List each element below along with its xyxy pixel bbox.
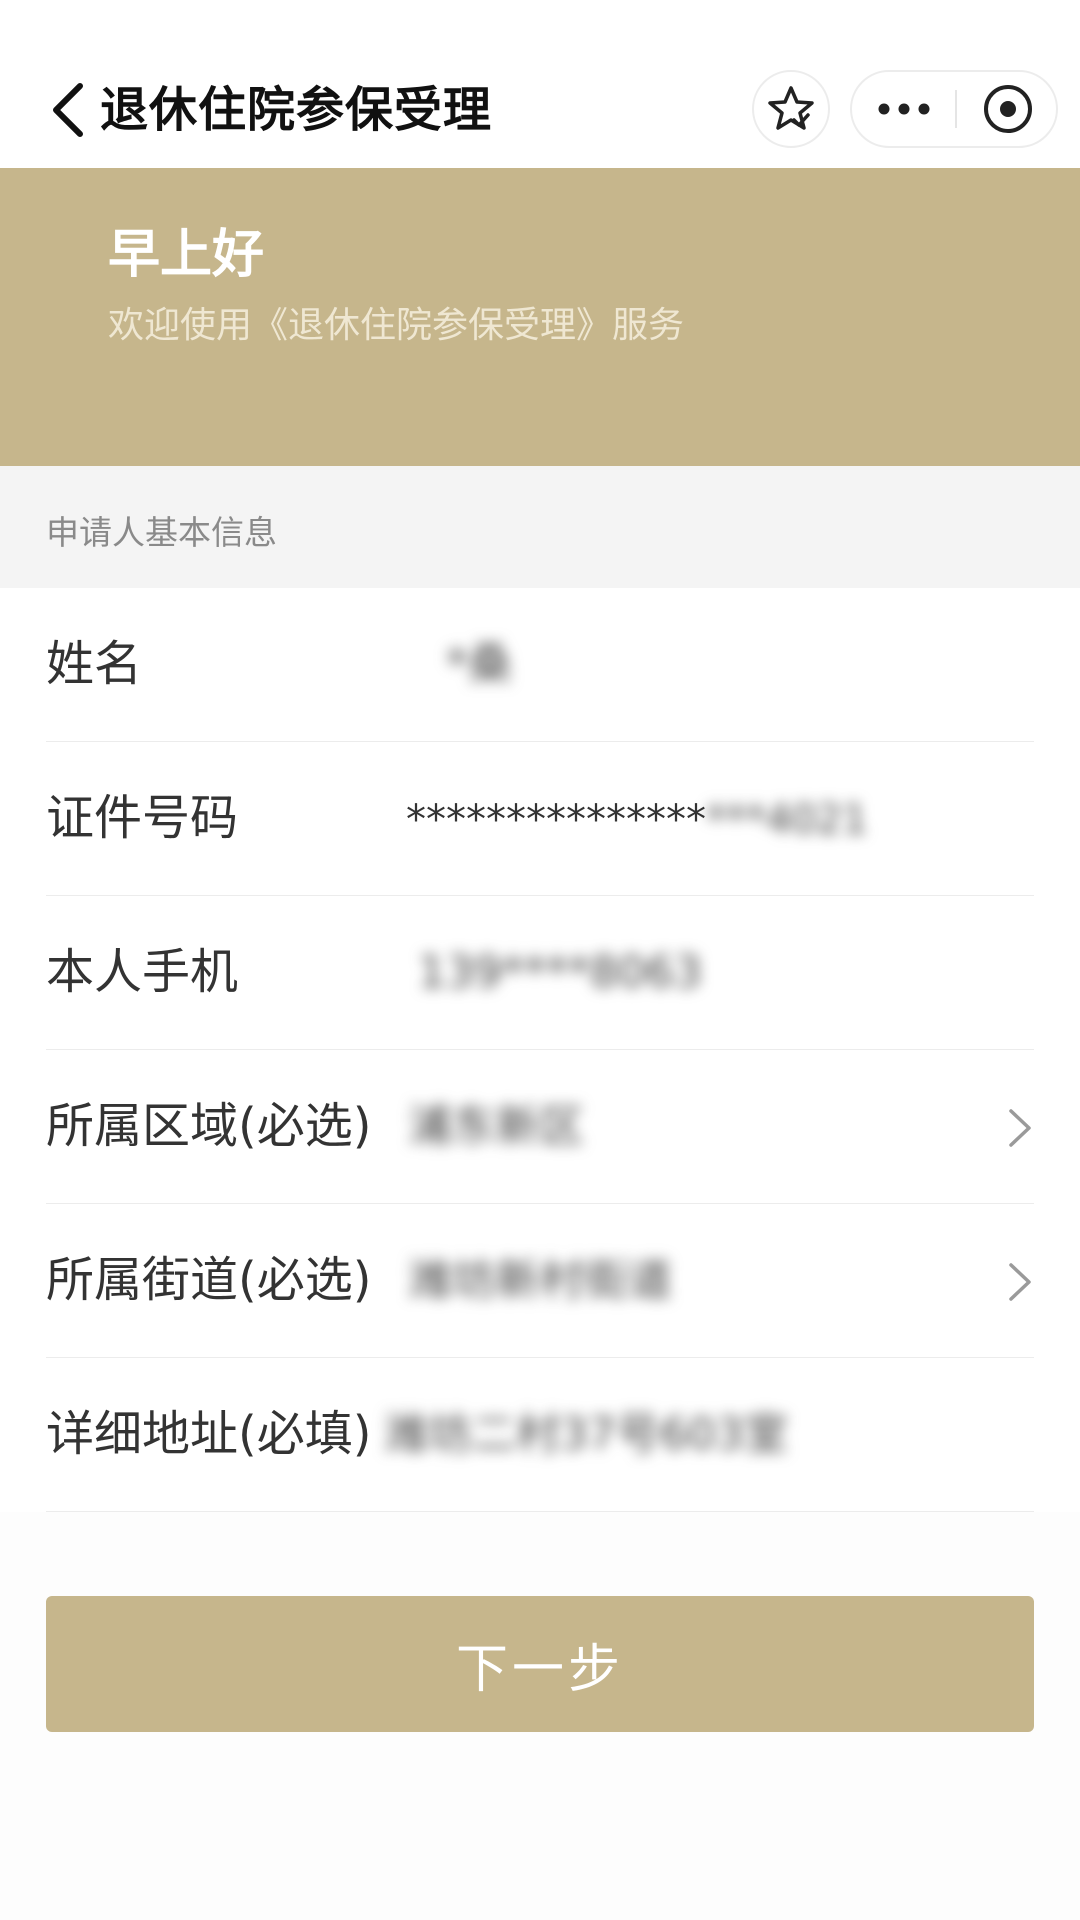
page: 退休住院参保受理 早上好 欢迎使用《退休住院参保受理》服务 申请人基本信息 姓名… <box>0 0 1080 1920</box>
page-title: 退休住院参保受理 <box>100 82 493 138</box>
street-label: 所属街道(必选) <box>46 1252 372 1308</box>
favorite-button[interactable] <box>752 70 830 148</box>
more-dots-icon <box>878 103 929 115</box>
chevron-left-icon <box>53 83 83 137</box>
section-header: 申请人基本信息 <box>0 466 1080 588</box>
close-mini-program-button[interactable] <box>957 72 1058 146</box>
id-number-masked: *************** <box>406 797 706 843</box>
welcome-banner: 早上好 欢迎使用《退休住院参保受理》服务 <box>0 168 1080 466</box>
form-row-address[interactable]: 详细地址(必填) 潍坊二村37号603室 <box>46 1358 1034 1512</box>
mini-program-capsule <box>850 70 1058 148</box>
id-number-label: 证件号码 <box>46 790 239 846</box>
form-row-name: 姓名 *桑 <box>46 588 1034 742</box>
phone-label: 本人手机 <box>46 944 239 1000</box>
id-number-value: ******************4021 <box>406 742 868 895</box>
chevron-right-icon <box>1009 1109 1031 1147</box>
id-number-suffix: ***4021 <box>706 797 868 843</box>
applicant-form: 姓名 *桑 证件号码 ******************4021 本人手机 1… <box>0 588 1080 1512</box>
target-circle-icon <box>983 85 1032 133</box>
street-select[interactable]: 潍坊新村街道 <box>408 1204 672 1357</box>
navigation-bar: 退休住院参保受理 <box>0 0 1080 168</box>
name-value: *桑 <box>446 639 512 690</box>
form-row-id-number: 证件号码 ******************4021 <box>46 742 1034 896</box>
next-step-button[interactable]: 下一步 <box>46 1596 1034 1732</box>
section-title: 申请人基本信息 <box>46 513 277 552</box>
back-button[interactable] <box>46 80 90 140</box>
district-label: 所属区域(必选) <box>46 1098 372 1154</box>
welcome-text: 欢迎使用《退休住院参保受理》服务 <box>108 305 685 346</box>
address-input[interactable]: 潍坊二村37号603室 <box>384 1358 788 1511</box>
form-row-street[interactable]: 所属街道(必选) 潍坊新村街道 <box>46 1204 1034 1358</box>
form-row-phone: 本人手机 139****8063 <box>46 896 1034 1050</box>
greeting-text: 早上好 <box>108 225 265 285</box>
address-label: 详细地址(必填) <box>46 1406 372 1462</box>
district-select[interactable]: 浦东新区 <box>408 1050 584 1203</box>
more-button[interactable] <box>852 72 955 146</box>
name-label: 姓名 <box>46 636 143 692</box>
chevron-right-icon <box>1009 1263 1031 1301</box>
phone-value: 139****8063 <box>418 947 702 998</box>
star-icon <box>768 86 814 130</box>
form-row-district[interactable]: 所属区域(必选) 浦东新区 <box>46 1050 1034 1204</box>
